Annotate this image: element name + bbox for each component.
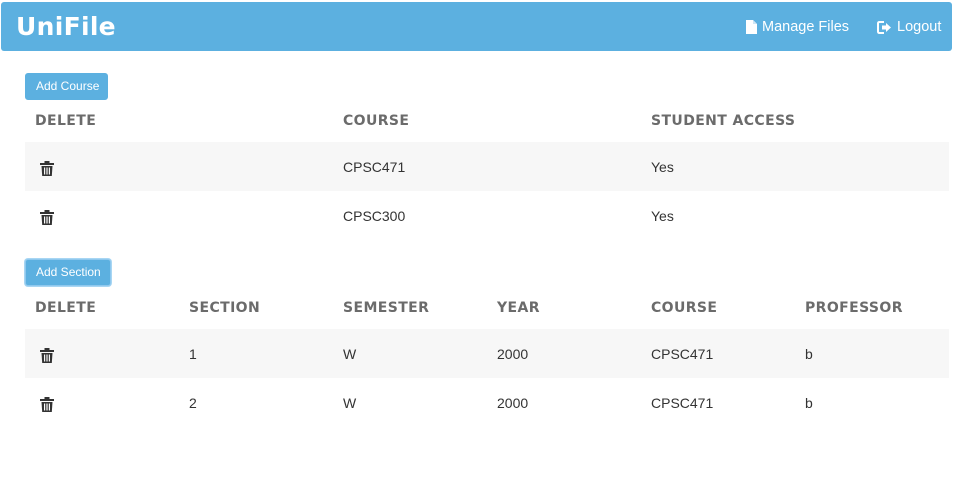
professor-cell: b xyxy=(805,395,813,411)
section-table-header-section: SECTION xyxy=(189,300,261,316)
student-access-cell: Yes xyxy=(651,159,674,175)
trash-icon[interactable] xyxy=(40,161,54,176)
table-row: 2 W 2000 CPSC471 b xyxy=(25,378,949,427)
trash-icon[interactable] xyxy=(40,210,54,225)
year-cell: 2000 xyxy=(497,395,529,411)
section-table-header-professor: PROFESSOR xyxy=(805,300,903,316)
logout-link[interactable]: Logout xyxy=(877,17,941,37)
course-cell: CPSC471 xyxy=(651,395,714,411)
trash-icon[interactable] xyxy=(40,397,54,412)
student-access-cell: Yes xyxy=(651,208,674,224)
section-cell: 1 xyxy=(189,346,197,362)
section-table-header-year: YEAR xyxy=(497,300,540,316)
trash-icon[interactable] xyxy=(40,348,54,363)
manage-files-label: Manage Files xyxy=(762,19,850,35)
navbar: UniFile Manage Files Logout xyxy=(1,2,952,51)
course-cell: CPSC300 xyxy=(343,208,406,224)
course-cell: CPSC471 xyxy=(343,159,406,175)
add-course-button[interactable]: Add Course xyxy=(25,73,108,100)
course-cell: CPSC471 xyxy=(651,346,714,362)
course-table-header-delete: DELETE xyxy=(35,113,97,129)
manage-files-link[interactable]: Manage Files xyxy=(746,17,849,37)
year-cell: 2000 xyxy=(497,346,529,362)
logout-icon xyxy=(877,20,891,34)
brand-logo[interactable]: UniFile xyxy=(16,12,116,41)
table-row: CPSC471 Yes xyxy=(25,142,949,191)
table-row: 1 W 2000 CPSC471 b xyxy=(25,329,949,378)
semester-cell: W xyxy=(343,395,357,411)
section-cell: 2 xyxy=(189,395,197,411)
table-row: CPSC300 Yes xyxy=(25,191,949,240)
add-section-button[interactable]: Add Section xyxy=(25,259,111,286)
section-table-header-course: COURSE xyxy=(651,300,718,316)
logout-label: Logout xyxy=(897,19,942,35)
semester-cell: W xyxy=(343,346,357,362)
file-icon xyxy=(746,20,757,34)
course-table-header-student-access: STUDENT ACCESS xyxy=(651,113,796,129)
section-table-header-delete: DELETE xyxy=(35,300,97,316)
section-table-header-semester: SEMESTER xyxy=(343,300,430,316)
course-table-header-course: COURSE xyxy=(343,113,410,129)
professor-cell: b xyxy=(805,346,813,362)
